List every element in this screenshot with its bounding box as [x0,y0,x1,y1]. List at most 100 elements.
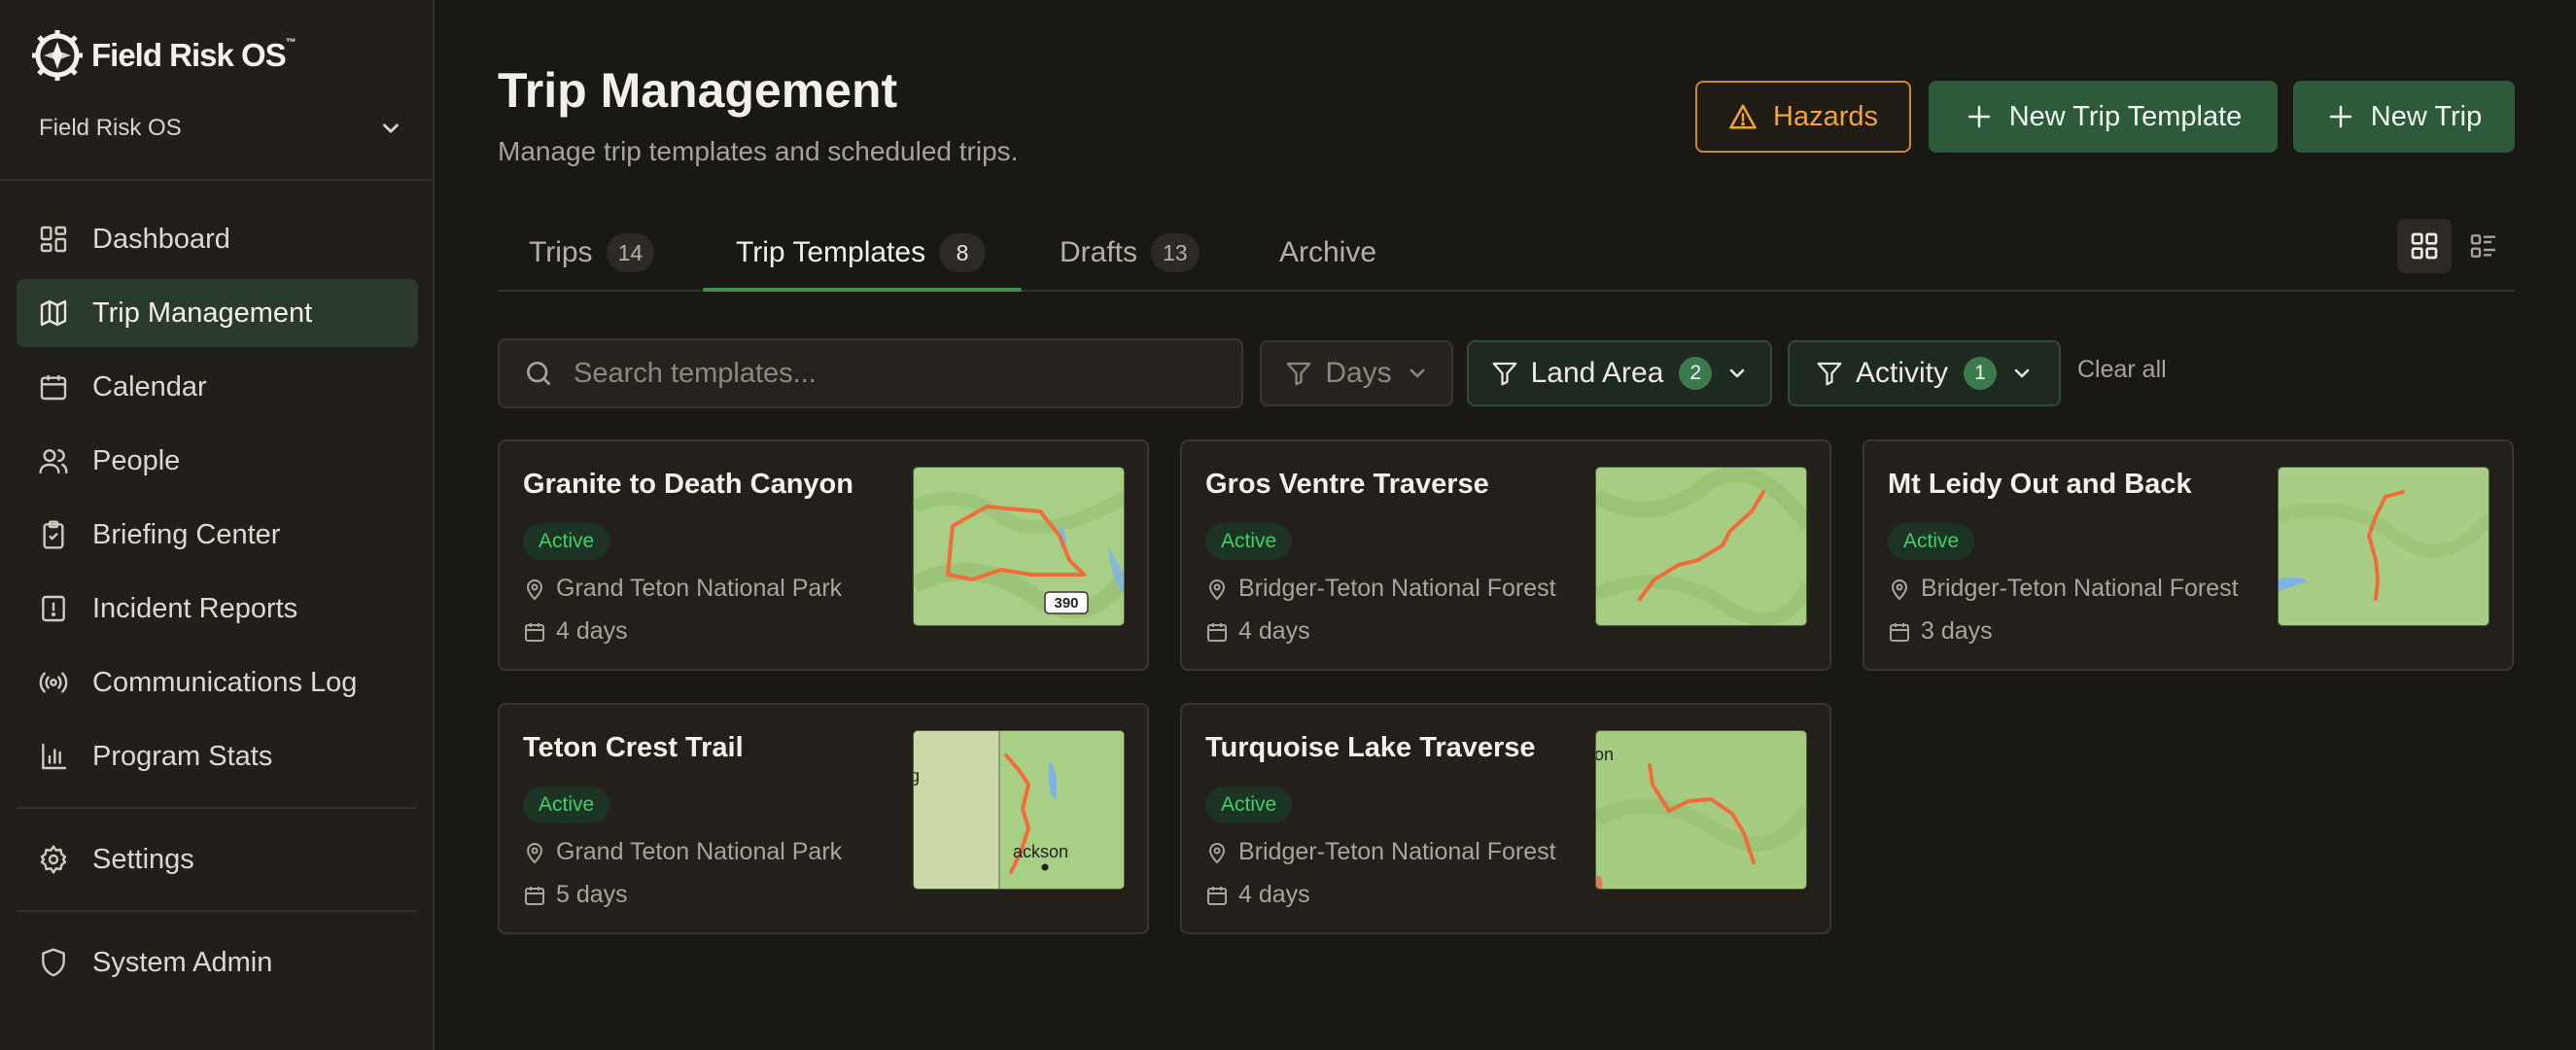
tab-label: Trips [529,236,593,268]
chevron-down-icon [2014,368,2030,378]
card-duration: 4 days [1205,881,1310,909]
list-view-button[interactable] [2456,219,2511,273]
sidebar-item-label: Dashboard [92,223,230,255]
town-label: ackson [1013,842,1068,861]
filter-icon [1492,362,1516,386]
status-badge: Active [1205,523,1293,560]
search-input[interactable] [574,357,1241,390]
sidebar-item-label: Program Stats [92,740,273,772]
filter-icon [1286,362,1311,386]
calendar-icon [1207,622,1227,642]
location-text: Bridger-Teton National Forest [1238,838,1556,865]
sidebar-item-trip-management[interactable]: Trip Management [17,279,418,347]
calendar-icon [525,622,544,642]
route-map-thumbnail [2278,467,2489,626]
sidebar-item-program-stats[interactable]: Program Stats [17,722,418,790]
list-icon [2470,234,2495,258]
trip-template-card[interactable]: Granite to Death Canyon Active Grand Tet… [498,439,1149,671]
filter-land-area[interactable]: Land Area 2 [1467,340,1772,406]
sidebar-item-settings[interactable]: Settings [17,825,418,893]
route-map-thumbnail: 390 [913,467,1125,626]
sidebar-item-dashboard[interactable]: Dashboard [17,205,418,273]
brand[interactable]: Field Risk OS™ [29,27,296,84]
sidebar-item-system-admin[interactable]: System Admin [17,928,418,997]
card-location: Grand Teton National Park [523,575,842,603]
page-title: Trip Management [498,63,898,118]
hazards-button[interactable]: Hazards [1695,81,1911,153]
sidebar-divider [17,910,417,912]
clear-all-filters-link[interactable]: Clear all [2077,356,2167,384]
sidebar-item-incident-reports[interactable]: Incident Reports [17,575,418,643]
trip-template-card[interactable]: Teton Crest Trail Active Grand Teton Nat… [498,703,1149,934]
card-title: Mt Leidy Out and Back [1888,469,2192,500]
tab-archive[interactable]: Archive [1279,214,1376,292]
org-switcher[interactable]: Field Risk OS [39,109,403,148]
clipboard-check-icon [43,520,64,549]
grid-view-button[interactable] [2397,219,2452,273]
filter-label: Activity [1855,357,1948,389]
sidebar-item-label: System Admin [92,946,273,978]
sidebar-item-briefing-center[interactable]: Briefing Center [17,501,418,569]
card-title: Granite to Death Canyon [523,469,853,500]
new-trip-template-button[interactable]: New Trip Template [1929,81,2278,153]
map-pin-icon [1891,578,1908,600]
duration-text: 4 days [1238,881,1310,908]
route-map: 390 [914,468,1124,625]
map-edge-label: on [1596,745,1614,764]
filter-count-badge: 2 [1679,357,1713,390]
plus-icon [1967,105,1990,128]
chevron-down-icon [1410,368,1424,378]
card-duration: 5 days [523,881,628,909]
card-duration: 4 days [1205,617,1310,646]
tab-trips[interactable]: Trips 14 [529,214,655,292]
calendar-icon [40,375,67,401]
calendar-icon [1207,886,1227,905]
card-location: Bridger-Teton National Forest [1888,575,2239,603]
location-text: Bridger-Teton National Forest [1921,575,2239,602]
tab-drafts[interactable]: Drafts 13 [1060,214,1200,292]
org-name: Field Risk OS [39,115,182,141]
compass-logo-icon [32,30,83,81]
new-trip-template-label: New Trip Template [2008,100,2243,132]
card-location: Bridger-Teton National Forest [1205,575,1556,603]
people-icon [39,449,68,474]
tab-label: Archive [1279,236,1377,268]
card-duration: 3 days [1888,617,1993,646]
sidebar-item-communications-log[interactable]: Communications Log [17,648,418,717]
card-title: Turquoise Lake Traverse [1205,732,1536,763]
sidebar-item-people[interactable]: People [17,427,418,495]
map-pin-icon [1208,578,1226,600]
route-map: on [1596,731,1806,889]
tab-trip-templates[interactable]: Trip Templates 8 [736,214,987,292]
sidebar-divider [0,179,435,181]
duration-text: 4 days [1238,617,1310,645]
filter-activity[interactable]: Activity 1 [1788,340,2061,406]
trip-template-card[interactable]: Gros Ventre Traverse Active Bridger-Teto… [1180,439,1831,671]
report-alert-icon [42,595,65,622]
route-map: g ackson [914,731,1124,889]
trip-template-card[interactable]: Turquoise Lake Traverse Active Bridger-T… [1180,703,1831,934]
status-badge: Active [1205,787,1293,823]
dashboard-icon [40,226,67,253]
new-trip-button[interactable]: New Trip [2293,81,2515,153]
sidebar-item-label: Calendar [92,370,207,402]
grid-icon [2411,232,2438,260]
gear-icon [40,845,67,874]
location-text: Bridger-Teton National Forest [1238,575,1556,602]
filter-days[interactable]: Days [1260,340,1453,406]
filter-label: Days [1325,357,1392,389]
tab-count-badge: 8 [939,233,987,272]
sidebar-item-label: Trip Management [92,297,313,329]
map-icon [40,299,67,327]
shield-icon [42,948,65,977]
tab-count-badge: 14 [606,233,655,272]
sidebar-item-calendar[interactable]: Calendar [17,353,418,421]
duration-text: 3 days [1921,617,1993,645]
duration-text: 4 days [556,617,628,645]
radio-icon [39,672,68,693]
trip-template-card[interactable]: Mt Leidy Out and Back Active Bridger-Tet… [1862,439,2514,671]
card-duration: 4 days [523,617,628,646]
chevron-down-icon [1730,368,1745,378]
tab-label: Trip Templates [736,236,926,268]
chevron-down-icon [383,123,399,133]
